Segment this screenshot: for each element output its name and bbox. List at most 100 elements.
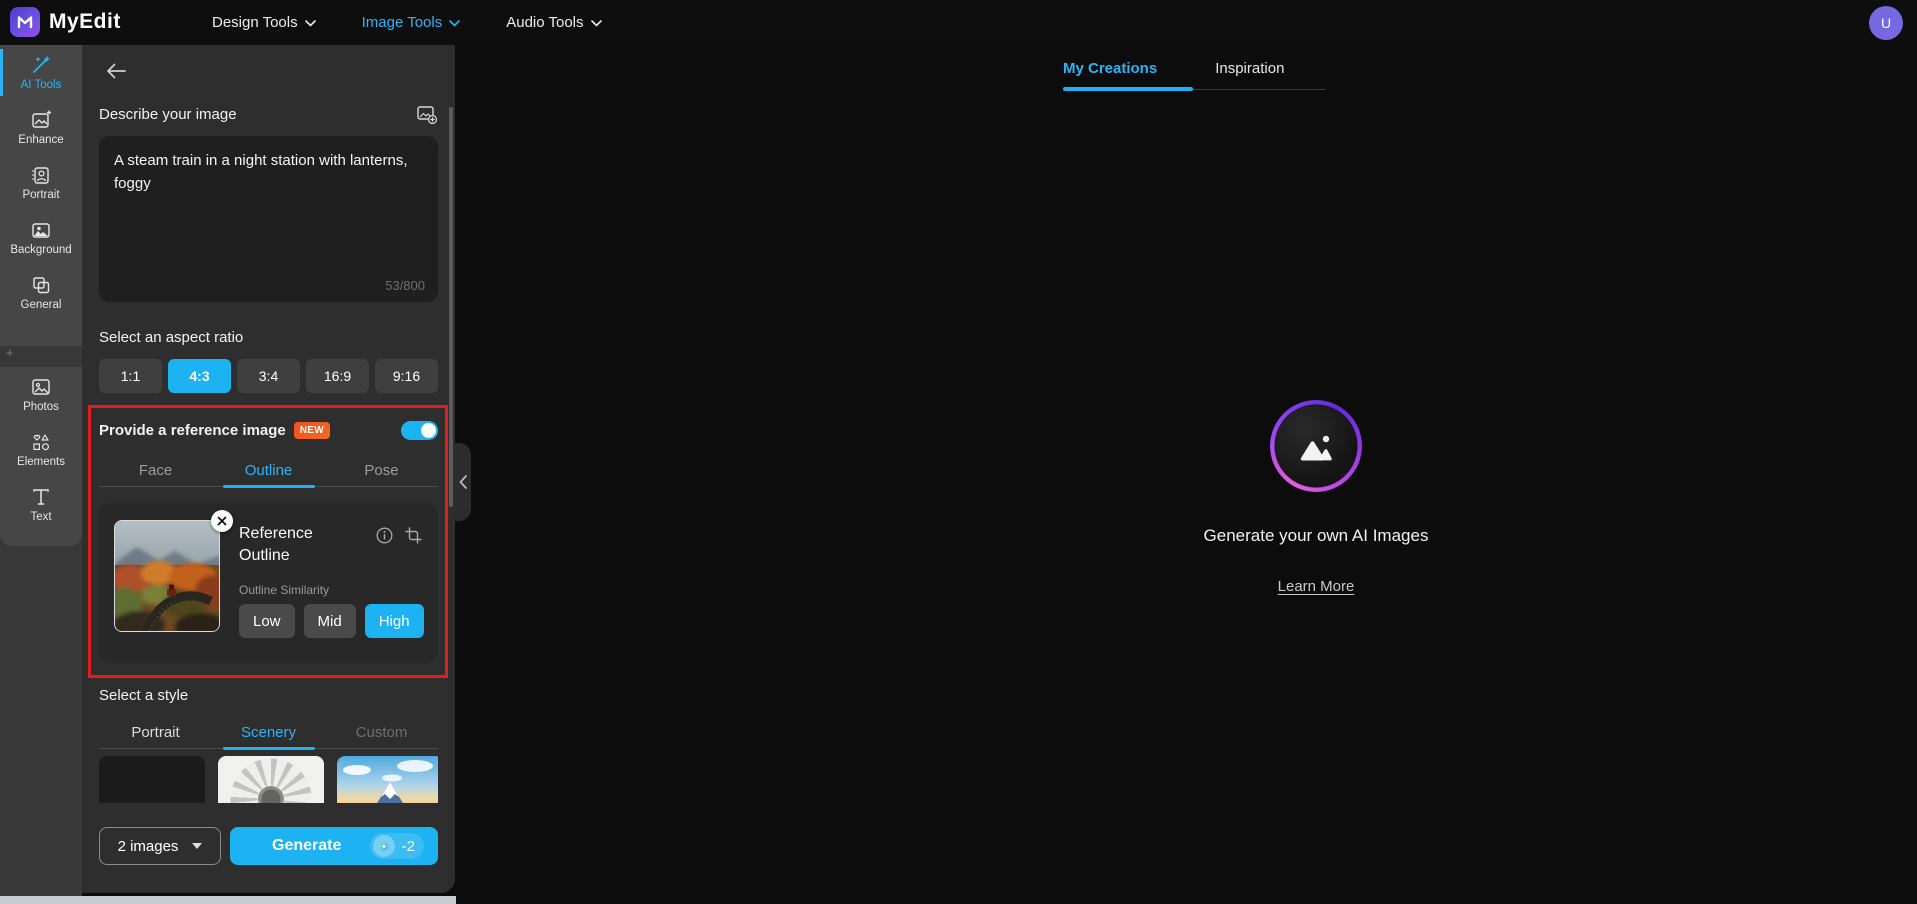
tab-pose[interactable]: Pose — [325, 454, 438, 486]
sidebar-item-label: Background — [10, 244, 72, 256]
style-thumbnail-mount-fuji[interactable] — [337, 756, 438, 803]
tab-style-scenery[interactable]: Scenery — [212, 716, 325, 748]
reference-tabs: Face Outline Pose — [99, 454, 438, 487]
bottom-strip — [0, 896, 456, 904]
crop-icon[interactable] — [405, 527, 422, 544]
sidebar-item-enhance[interactable]: Enhance — [0, 100, 82, 155]
chevron-down-icon — [304, 20, 316, 27]
sidebar-item-general[interactable]: General — [0, 265, 82, 320]
aspect-button-1-1[interactable]: 1:1 — [99, 359, 162, 393]
nav-image-tools[interactable]: Image Tools — [362, 14, 461, 31]
style-thumbnail-blank[interactable] — [99, 756, 205, 803]
ai-image-icon — [1270, 400, 1362, 492]
reference-thumbnail[interactable] — [114, 520, 220, 632]
info-icon[interactable] — [376, 527, 393, 544]
plus-icon: + — [6, 345, 14, 360]
top-navbar: MyEdit Design Tools Image Tools Audio To… — [0, 0, 1917, 45]
sidebar-group-editor: Photos Elements Text — [0, 367, 82, 546]
back-arrow-icon — [107, 63, 126, 79]
panel-collapse-handle[interactable] — [455, 443, 471, 521]
tab-style-portrait[interactable]: Portrait — [99, 716, 212, 748]
chevron-down-icon — [449, 20, 461, 27]
reference-label: Provide a reference image — [99, 422, 286, 439]
chevron-down-icon — [590, 20, 602, 27]
similarity-label: Outline Similarity — [239, 583, 330, 597]
style-tabs: Portrait Scenery Custom — [99, 716, 438, 749]
sidebar-item-label: General — [20, 299, 62, 311]
active-tab-underline — [1063, 87, 1193, 91]
sidebar-group-ai: AI Tools Enhance Portrait Background Gen… — [0, 45, 82, 346]
toggle-knob — [421, 423, 436, 438]
nav-label: Design Tools — [212, 14, 298, 31]
similarity-high-button[interactable]: High — [364, 604, 424, 638]
describe-label: Describe your image — [99, 105, 237, 123]
tab-my-creations[interactable]: My Creations — [1063, 60, 1157, 77]
magic-wand-icon — [33, 56, 50, 73]
brand-name: MyEdit — [49, 10, 121, 33]
aspect-button-3-4[interactable]: 3:4 — [237, 359, 300, 393]
general-icon — [33, 277, 50, 294]
similarity-mid-button[interactable]: Mid — [303, 604, 356, 638]
chevron-left-icon — [459, 475, 467, 489]
generate-label: Generate — [272, 837, 342, 854]
style-thumbnail-row — [99, 756, 438, 803]
aspect-button-4-3[interactable]: 4:3 — [168, 359, 231, 393]
portrait-icon — [32, 167, 49, 184]
sidebar-item-label: Photos — [23, 401, 59, 413]
sidebar-item-elements[interactable]: Elements — [0, 422, 82, 477]
sidebar-item-portrait[interactable]: Portrait — [0, 155, 82, 210]
new-badge: NEW — [293, 422, 330, 439]
text-icon — [33, 489, 49, 505]
nav-label: Audio Tools — [506, 14, 584, 31]
style-label: Select a style — [99, 687, 189, 704]
creations-area: My Creations Inspiration Generate your o… — [455, 45, 1917, 904]
char-counter: 53/800 — [385, 278, 425, 293]
sidebar-item-ai-tools[interactable]: AI Tools — [0, 45, 82, 100]
tab-outline[interactable]: Outline — [212, 454, 325, 486]
myedit-logo-icon — [10, 7, 40, 37]
creations-tabs: My Creations Inspiration — [1063, 60, 1284, 77]
generate-button[interactable]: Generate -2 — [230, 827, 438, 865]
credit-token-icon — [372, 835, 395, 857]
tool-sidebar: AI Tools Enhance Portrait Background Gen… — [0, 45, 82, 896]
nav-design-tools[interactable]: Design Tools — [212, 14, 316, 31]
sidebar-item-label: AI Tools — [20, 79, 62, 91]
tab-style-custom[interactable]: Custom — [325, 716, 438, 748]
tab-face[interactable]: Face — [99, 454, 212, 486]
similarity-level-group: Low Mid High — [239, 604, 424, 638]
style-thumbnail-sunflower-sketch[interactable] — [218, 756, 324, 803]
tab-inspiration[interactable]: Inspiration — [1215, 60, 1284, 77]
sidebar-item-photos[interactable]: Photos — [0, 367, 82, 422]
user-avatar[interactable]: U — [1869, 6, 1903, 40]
prompt-container: A steam train in a night station with la… — [99, 136, 438, 302]
caret-down-icon — [192, 843, 203, 849]
photos-icon — [32, 379, 50, 395]
sidebar-item-background[interactable]: Background — [0, 210, 82, 265]
primary-nav: Design Tools Image Tools Audio Tools — [212, 0, 602, 45]
empty-state-title: Generate your own AI Images — [1203, 526, 1429, 545]
aspect-button-9-16[interactable]: 9:16 — [375, 359, 438, 393]
panel-scrollbar[interactable] — [449, 107, 453, 507]
brand[interactable]: MyEdit — [10, 7, 121, 37]
nav-audio-tools[interactable]: Audio Tools — [506, 14, 602, 31]
close-icon[interactable] — [211, 510, 233, 532]
image-count-dropdown[interactable]: 2 images — [99, 827, 221, 865]
sidebar-item-label: Text — [30, 511, 52, 523]
mountain-icon — [1270, 400, 1362, 492]
add-image-icon[interactable] — [416, 103, 438, 125]
credit-cost: -2 — [369, 833, 424, 859]
aspect-ratio-group: 1:1 4:3 3:4 16:9 9:16 — [99, 359, 438, 393]
learn-more-link[interactable]: Learn More — [1278, 578, 1355, 595]
empty-state: Generate your own AI Images Learn More — [1186, 400, 1446, 595]
sidebar-item-label: Elements — [17, 456, 65, 468]
back-button[interactable] — [102, 57, 130, 85]
sidebar-item-text[interactable]: Text — [0, 477, 82, 532]
aspect-button-16-9[interactable]: 16:9 — [306, 359, 369, 393]
sidebar-item-label: Portrait — [22, 189, 60, 201]
enhance-icon — [32, 110, 52, 128]
sidebar-item-label: Enhance — [18, 134, 64, 146]
background-icon — [32, 223, 50, 238]
similarity-low-button[interactable]: Low — [239, 604, 295, 638]
ai-image-panel: Describe your image A steam train in a n… — [82, 45, 455, 893]
reference-toggle[interactable] — [401, 421, 438, 440]
